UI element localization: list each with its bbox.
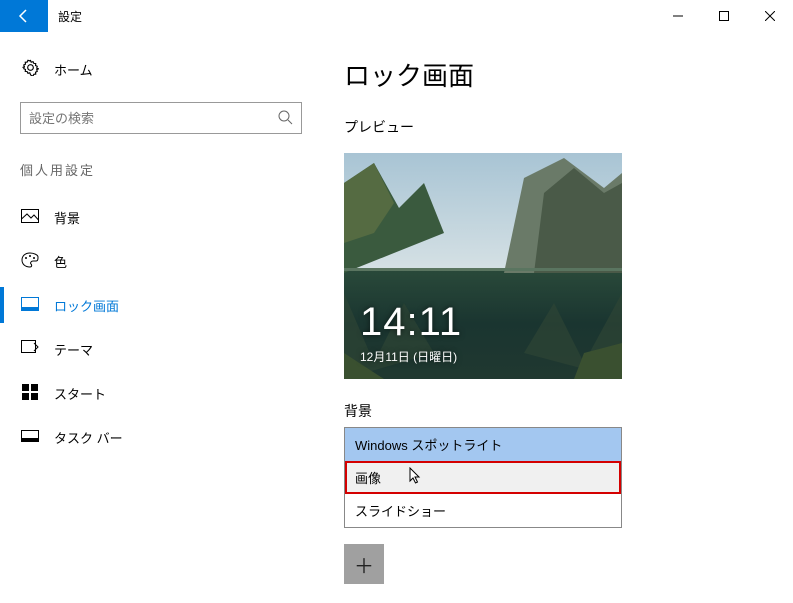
sidebar-home-label: ホーム [54,60,93,79]
dropdown-option-slideshow[interactable]: スライドショー [345,494,621,527]
add-button[interactable]: ＋ [344,544,384,584]
dropdown-option-label: スライドショー [355,501,446,520]
preview-time: 14:11 [360,300,462,345]
taskbar-icon [20,430,40,445]
background-dropdown[interactable]: Windows スポットライト 画像 スライドショー [344,427,622,528]
gear-icon [20,59,40,79]
search-icon [277,109,293,128]
sidebar-item-label: ロック画面 [54,296,119,315]
sidebar-item-lockscreen[interactable]: ロック画面 [0,283,302,327]
back-button[interactable] [0,0,48,32]
dropdown-option-spotlight[interactable]: Windows スポットライト [345,428,621,461]
palette-icon [20,252,40,271]
window-title: 設定 [48,0,655,32]
plus-icon: ＋ [354,550,374,579]
dropdown-option-label: Windows スポットライト [355,435,502,454]
sidebar-item-label: タスク バー [54,428,123,447]
search-input[interactable] [20,102,302,134]
sidebar: ホーム 個人用設定 背景 色 ロック画面 [0,32,322,603]
background-label: 背景 [344,401,793,421]
start-icon [20,384,40,403]
dropdown-option-picture[interactable]: 画像 [345,461,621,494]
sidebar-item-background[interactable]: 背景 [0,195,302,239]
sidebar-item-label: 色 [54,252,67,271]
preview-label: プレビュー [344,117,793,137]
sidebar-item-theme[interactable]: テーマ [0,327,302,371]
dropdown-option-label: 画像 [355,468,381,487]
sidebar-item-color[interactable]: 色 [0,239,302,283]
sidebar-item-label: 背景 [54,208,80,227]
preview-date: 12月11日 (日曜日) [360,348,457,365]
maximize-button[interactable] [701,0,747,32]
sidebar-item-taskbar[interactable]: タスク バー [0,415,302,459]
sidebar-item-label: テーマ [54,340,93,359]
sidebar-home[interactable]: ホーム [20,50,302,88]
sidebar-category: 個人用設定 [20,160,302,179]
minimize-button[interactable] [655,0,701,32]
close-button[interactable] [747,0,793,32]
theme-icon [20,340,40,359]
sidebar-item-label: スタート [54,384,106,403]
lockscreen-preview: 14:11 12月11日 (日曜日) [344,153,622,379]
sidebar-item-start[interactable]: スタート [0,371,302,415]
search-field[interactable] [29,111,277,126]
cursor-icon [409,467,423,488]
page-title: ロック画面 [344,56,793,93]
lockscreen-icon [20,297,40,314]
picture-icon [20,209,40,226]
main-panel: ロック画面 プレビュー [322,32,793,603]
